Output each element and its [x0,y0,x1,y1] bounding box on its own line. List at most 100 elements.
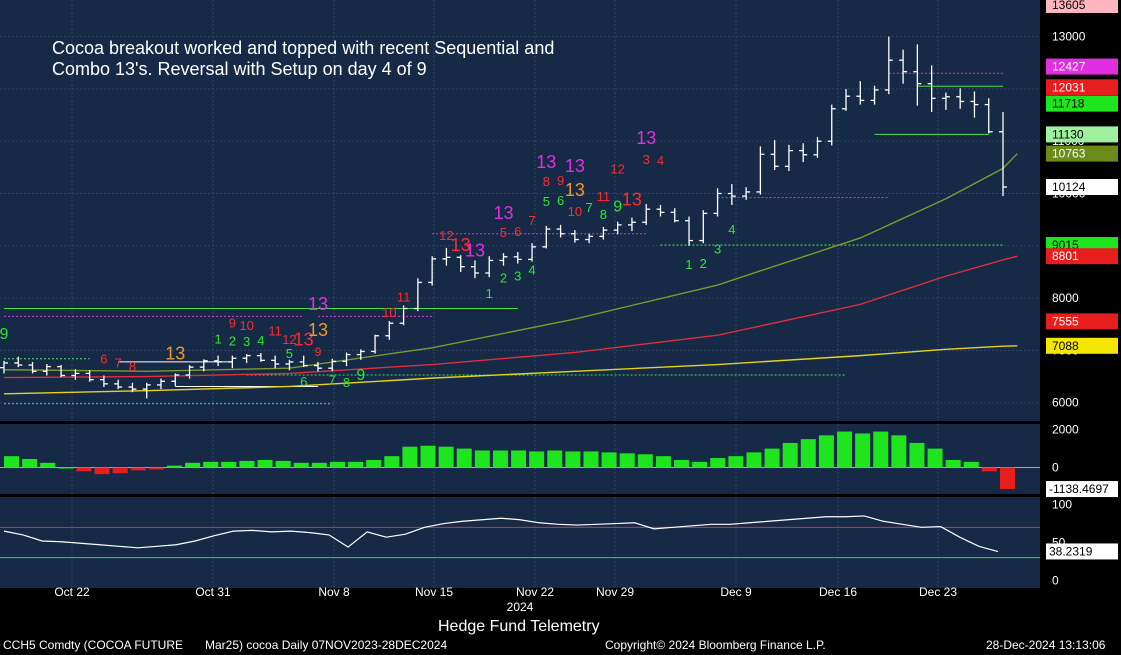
histogram-bar [94,467,110,475]
histogram-last-label: -1138.4697 [1049,482,1109,496]
histogram-bar [366,459,382,468]
td-count-label: 13 [536,152,556,172]
panel-bg-2 [0,497,1040,588]
histogram-bar [637,454,653,468]
td-count-label: 9 [613,199,622,216]
td-count-label: 13 [165,343,185,363]
histogram-bar [746,452,762,468]
histogram-bar [474,450,490,468]
histogram-bar [963,461,979,468]
td-count-label: 1 [685,257,692,272]
price-label: 12427 [1052,60,1086,74]
histogram-bar [185,462,201,468]
td-count-label: 10 [382,305,396,320]
histogram-bar [384,456,400,468]
td-count-label: 1 [486,286,493,301]
chart-canvas: 600070008000900010000110001200013000Oct … [0,0,1118,614]
td-count-label: 5 [543,194,550,209]
histogram-bar [112,467,128,474]
footer-ticker: CCH5 Comdty (COCOA FUTURE [3,638,184,652]
footer-copyright: Copyright© 2024 Bloomberg Finance L.P. [605,638,826,652]
histogram-bar [619,453,635,468]
td-count-label: 9 [557,173,564,188]
td-count-label: 9 [229,316,236,331]
histogram-bar [837,431,853,468]
histogram-bar [438,446,454,468]
rsi-tick-label: 0 [1052,573,1059,587]
chart-window: { "annotation": { "line1": "Cocoa breako… [0,0,1121,655]
histogram-bar [855,433,871,468]
histogram-bar [674,459,690,468]
histogram-bar [420,445,436,468]
date-tick-label: Nov 8 [318,585,350,599]
price-label: 8801 [1052,249,1079,263]
histogram-bar [583,451,599,468]
histogram-bar [565,451,581,468]
histogram-bar [529,451,545,468]
histogram-bar [58,467,74,469]
footer-timestamp: 28-Dec-2024 13:13:06 [986,638,1106,652]
histogram-bar [456,448,472,468]
histogram-bar [764,448,780,468]
histogram-bar [148,467,164,470]
date-tick-label: Oct 31 [195,585,231,599]
td-count-label: 6 [514,224,521,239]
price-tick-label: 13000 [1052,30,1086,44]
histogram-bar [22,459,38,468]
td-count-label: 9 [0,326,9,343]
histogram-bar [293,462,309,468]
td-count-label: 7 [329,372,336,387]
td-count-label: 12 [610,162,624,177]
td-count-label: 4 [528,262,535,277]
chart-annotation: Cocoa breakout worked and topped with re… [52,38,554,80]
td-count-label: 3 [714,242,721,257]
histogram-bar [655,456,671,468]
histogram-bar [130,467,146,471]
histogram-tick-label: 2000 [1052,423,1079,437]
td-count-label: 10 [239,318,253,333]
td-count-label: 3 [514,269,521,284]
td-count-label: 13 [308,294,328,314]
histogram-tick-label: 0 [1052,461,1059,475]
td-count-label: 2 [500,271,507,286]
td-count-label: 4 [257,333,264,348]
date-tick-label: Dec 23 [919,585,957,599]
annotation-line-2: Combo 13's. Reversal with Setup on day 4… [52,59,427,79]
histogram-bar [800,439,816,468]
histogram-bar [492,450,508,468]
histogram-bar [40,462,56,468]
rsi-last-label: 38.2319 [1049,544,1093,558]
td-count-label: 6 [557,193,564,208]
td-count-label: 8 [543,174,550,189]
price-label: 10124 [1052,180,1086,194]
td-count-label: 5 [286,346,293,361]
price-label: 11718 [1052,97,1085,111]
td-count-label: 7 [115,356,122,371]
histogram-bar [203,461,219,468]
td-count-label: 8 [129,359,136,374]
histogram-bar [4,456,19,468]
td-count-label: 3 [243,334,250,349]
td-count-label: 5 [500,225,507,240]
histogram-bar [945,459,961,468]
td-count-label: 7 [586,200,593,215]
footer-contract: Mar25) cocoa Daily 07NOV2023-28DEC2024 [205,638,448,652]
date-tick-label: Nov 15 [415,585,453,599]
histogram-bar [710,458,726,468]
histogram-bar [511,450,527,468]
price-tick-label: 8000 [1052,291,1079,305]
histogram-bar [311,462,327,468]
td-count-label: 9 [315,345,322,359]
date-tick-label: Nov 22 [516,585,554,599]
histogram-bar [257,459,273,468]
td-count-label: 4 [728,222,735,237]
histogram-bar [275,460,291,468]
histogram-bar [601,452,617,468]
price-label: 11130 [1052,127,1084,141]
histogram-bar [728,456,744,468]
histogram-bar [166,465,182,468]
td-count-label: 13 [308,320,328,340]
histogram-bar [909,442,925,468]
histogram-bar [981,467,997,472]
td-count-label: 9 [356,367,365,384]
